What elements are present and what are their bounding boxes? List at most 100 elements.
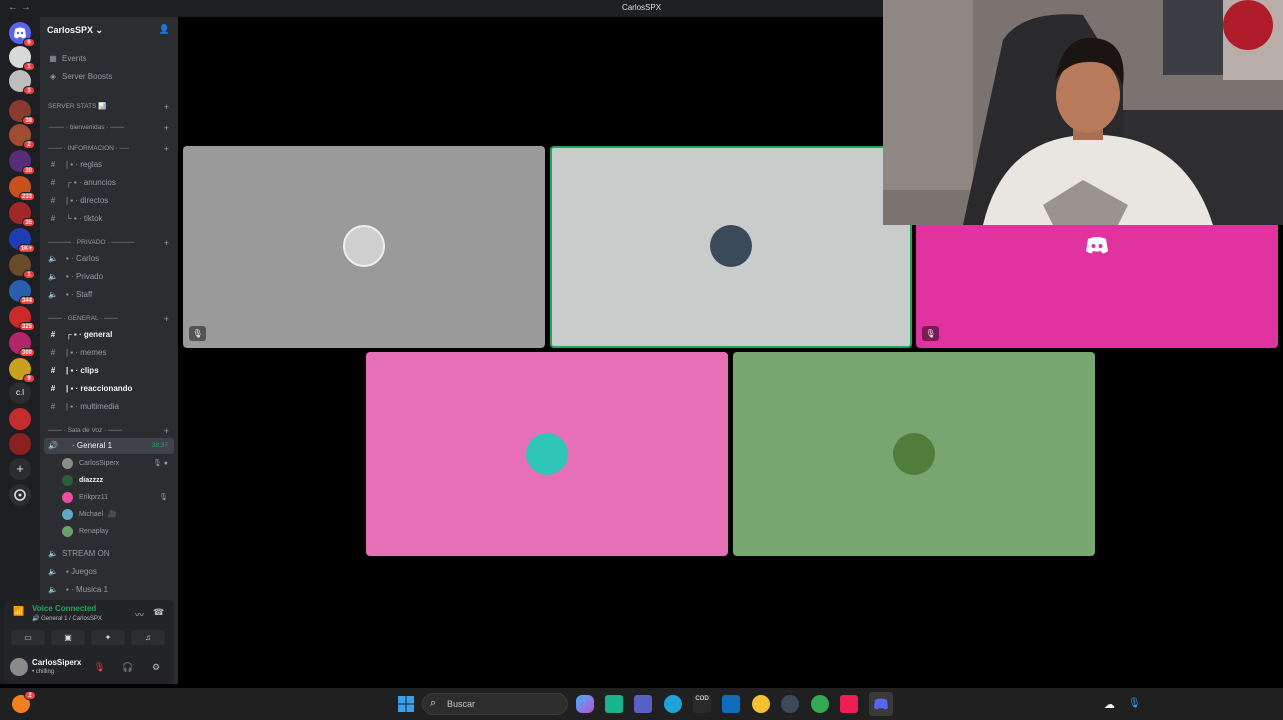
plus-icon[interactable]: + [164,120,169,136]
voice-user[interactable]: Michael 🎥 [40,506,178,523]
call-tile[interactable]: 🎙 [183,146,545,348]
avatar[interactable] [10,658,28,676]
server-icon[interactable] [9,433,31,455]
mic-icon[interactable]: 🎙 [1128,698,1141,709]
mic-muted-icon: 🎙 [189,326,206,341]
category-sala-de-voz[interactable]: ─── · Sala de Voz · ─── + [40,423,178,439]
server-icon[interactable]: 35 [9,202,35,227]
server-name[interactable]: CarlosSPX ⌄ [47,25,103,36]
call-of-duty-icon[interactable]: COD [693,695,711,713]
channel-memes[interactable]: # | ▪ · memes [40,345,178,361]
copilot-icon[interactable] [576,695,594,713]
soundboard-icon[interactable]: ♫ [131,630,165,645]
server-icon[interactable]: 325 [9,306,35,331]
category-label: SERVER STATS 📊 [48,103,107,110]
voice-channel-privado[interactable]: 🔈 ▪ · Privado [40,269,178,285]
activities-icon[interactable]: ✦ [91,630,125,645]
avatar [62,492,73,503]
channel-anuncios[interactable]: # ┌ ▪ · anuncios [40,175,178,191]
server-icon[interactable]: 30 [9,150,35,175]
channel-multimedia[interactable]: # | ▪ · multimedia [40,399,178,415]
server-icon[interactable] [9,408,31,430]
server-icon[interactable]: 9 [9,358,35,383]
mention-badge: 1K+ [17,244,35,253]
channel-tiktok[interactable]: # └ ▪ · tiktok [40,211,178,227]
discord-icon[interactable] [869,692,893,716]
call-tile-speaking[interactable] [550,146,912,348]
tiktok-icon[interactable] [840,695,858,713]
voice-status[interactable]: Voice Connected [32,604,96,613]
discord-home-icon[interactable]: 6 [9,22,35,47]
category-privado[interactable]: ───── · PRIVADO · ───── + [40,235,178,251]
channel-reglas[interactable]: # | ▪ · reglas [40,157,178,173]
server-icon[interactable]: 2 [9,124,35,149]
camera-off-icon[interactable]: ▭ [11,630,45,645]
store-icon[interactable] [605,695,623,713]
gear-icon[interactable]: ⚙ [152,662,160,673]
server-skull-icon[interactable]: 1 [9,46,35,71]
category-informacion[interactable]: ─── · INFORMACION · ── + [40,141,178,157]
call-tile[interactable] [366,352,728,556]
voice-channel-general-1[interactable]: 🔊 · General 1 38:37 [44,438,174,454]
mention-badge: 3 [23,86,35,95]
category-server-stats[interactable]: SERVER STATS 📊 + [40,99,178,115]
category-bienvenidas[interactable]: ·─── · bienvenidas · ─── + [40,120,178,136]
windows-start-icon[interactable] [397,695,415,713]
invite-people-icon[interactable]: 👤 [159,24,170,35]
noise-suppression-icon[interactable]: 〰 [135,608,144,621]
custom-status-label: chilling [35,669,55,675]
chrome-2-icon[interactable] [811,695,829,713]
outlook-icon[interactable] [722,695,740,713]
firefox-icon[interactable]: 2 [12,691,36,713]
screen-share-icon[interactable]: ▣ [51,630,85,645]
plus-icon[interactable]: + [164,99,169,115]
server-icon[interactable]: 300 [9,332,35,357]
channel-general[interactable]: # ┌ ▪ · general [40,327,178,343]
signal-icon[interactable]: 📶 [13,606,24,617]
call-tile[interactable] [733,352,1095,556]
plus-icon[interactable]: + [9,458,31,480]
server-icon[interactable]: 344 [9,280,35,305]
server-icon[interactable]: 38 [9,100,35,125]
teams-icon[interactable] [634,695,652,713]
server-skull-2-icon[interactable]: 3 [9,70,35,95]
steam-icon[interactable] [781,695,799,713]
channel-reaccionando[interactable]: # | ▪ · reaccionando [40,381,178,397]
username[interactable]: CarlosSiperx [32,658,81,667]
plus-icon[interactable]: + [164,423,169,439]
channel-name: Musica 1 [75,585,108,594]
category-general[interactable]: ─── · GENERAL · ─── + [40,311,178,327]
plus-icon[interactable]: + [164,311,169,327]
plus-icon[interactable]: + [164,235,169,251]
mic-muted-icon[interactable]: 🎙 [94,662,105,673]
voice-channel-musica-1[interactable]: 🔈 ▪ · Musica 1 [40,582,178,598]
channel-clips[interactable]: # | ▪ · clips [40,363,178,379]
plus-icon[interactable]: + [164,141,169,157]
server-boosts-item[interactable]: ◈ Server Boosts [40,69,178,85]
voice-channel-juegos[interactable]: 🔈 ▪ Juegos [40,564,178,580]
voice-location[interactable]: 🔊 General 1 / CarlosSPX [32,615,102,622]
voice-user[interactable]: CarlosSiperx 🎙 ● [40,455,178,472]
voice-user[interactable]: diazzzz [40,472,178,489]
server-icon[interactable]: 1K+ [9,228,35,253]
server-text-icon[interactable]: c.l [9,382,31,404]
cloud-icon[interactable]: ☁ [1104,698,1115,711]
edge-icon[interactable] [664,695,682,713]
server-icon[interactable]: 1 [9,254,35,279]
avatar [62,458,73,469]
server-icon[interactable]: 233 [9,176,35,201]
voice-channel-staff[interactable]: 🔈 ▪ · Staff [40,287,178,303]
channel-name: reglas [80,160,103,169]
compass-icon[interactable] [9,484,31,506]
calendar-icon: ▦ [49,54,57,63]
channel-directos[interactable]: # | ▪ · directos [40,193,178,209]
voice-user[interactable]: Erikprz11 🎙 [40,489,178,506]
voice-user[interactable]: Renaplay [40,523,178,540]
voice-channel-stream-on[interactable]: 🔈 STREAM ON [40,546,178,562]
taskbar-search[interactable]: ⌕ Buscar [422,693,568,715]
headphones-icon[interactable]: 🎧 [122,662,133,673]
voice-channel-carlos[interactable]: 🔈 ▪ · Carlos [40,251,178,267]
events-item[interactable]: ▦ Events [40,51,178,67]
chrome-icon[interactable] [752,695,770,713]
disconnect-icon[interactable]: ☎ [153,607,164,618]
